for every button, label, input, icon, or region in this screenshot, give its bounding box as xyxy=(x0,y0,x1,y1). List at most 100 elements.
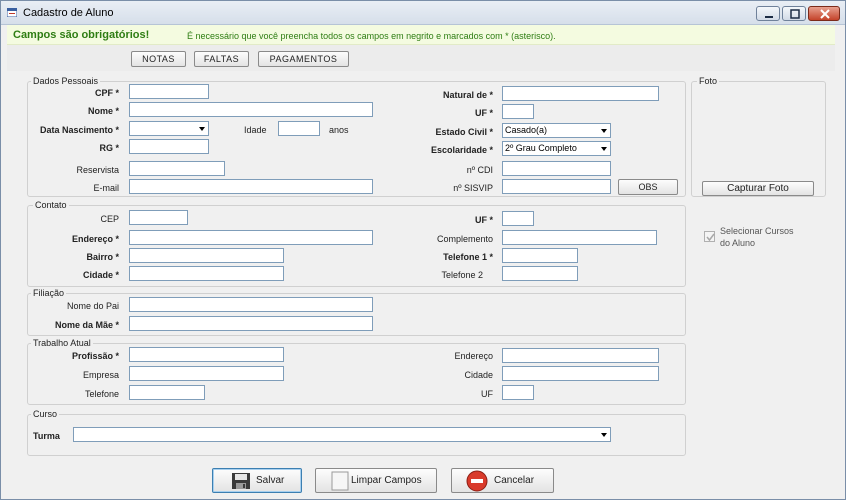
chevron-down-icon xyxy=(601,433,607,437)
close-icon xyxy=(820,9,830,19)
cep-label: CEP xyxy=(100,214,119,224)
clear-icon xyxy=(331,471,349,491)
nome-label: Nome * xyxy=(87,106,119,116)
bairro-input[interactable] xyxy=(129,248,284,263)
natural-label: Natural de * xyxy=(442,90,493,100)
email-input[interactable] xyxy=(129,179,373,194)
salvar-button[interactable]: Salvar xyxy=(212,468,302,493)
chevron-down-icon xyxy=(601,129,607,133)
profissao-label: Profissão * xyxy=(71,351,119,361)
cdi-input[interactable] xyxy=(502,161,611,176)
cadastro-window: Cadastro de Aluno Campos são obrigatório… xyxy=(0,0,846,500)
trabalho-cidade-label: Cidade xyxy=(464,370,493,380)
telefone1-input[interactable] xyxy=(502,248,578,263)
dados-pessoais-legend: Dados Pessoais xyxy=(31,76,101,86)
trabalho-legend: Trabalho Atual xyxy=(31,338,93,348)
turma-select[interactable] xyxy=(73,427,611,442)
rg-label: RG * xyxy=(99,143,119,153)
cancel-icon xyxy=(466,470,488,492)
cidade-input[interactable] xyxy=(129,266,284,281)
limpar-campos-button[interactable]: Limpar Campos xyxy=(315,468,437,493)
contato-uf-input[interactable] xyxy=(502,211,534,226)
endereco-input[interactable] xyxy=(129,230,373,245)
contato-legend: Contato xyxy=(33,200,69,210)
chevron-down-icon xyxy=(601,147,607,151)
complemento-input[interactable] xyxy=(502,230,657,245)
email-label: E-mail xyxy=(93,183,119,193)
pai-label: Nome do Pai xyxy=(66,301,119,311)
natural-input[interactable] xyxy=(502,86,659,101)
selecionar-cursos-label-2: do Aluno xyxy=(720,238,756,248)
check-icon xyxy=(706,233,715,242)
estado-civil-value: Casado(a) xyxy=(505,125,548,135)
endereco-label: Endereço * xyxy=(71,234,119,244)
empresa-input[interactable] xyxy=(129,366,284,381)
mae-label: Nome da Mãe * xyxy=(54,320,119,330)
nome-input[interactable] xyxy=(129,102,373,117)
uf-label: UF * xyxy=(475,108,493,118)
profissao-input[interactable] xyxy=(129,347,284,362)
obs-button[interactable]: OBS xyxy=(618,179,678,195)
capturar-foto-button[interactable]: Capturar Foto xyxy=(702,181,814,196)
cpf-label: CPF * xyxy=(94,88,119,98)
cidade-label: Cidade * xyxy=(82,270,119,280)
trabalho-cidade-input[interactable] xyxy=(502,366,659,381)
sisvip-label: nº SISVIP xyxy=(453,183,493,193)
cancelar-button[interactable]: Cancelar xyxy=(451,468,554,493)
bairro-label: Bairro * xyxy=(86,252,119,262)
idade-input[interactable] xyxy=(278,121,320,136)
escolaridade-label: Escolaridade * xyxy=(430,145,493,155)
maximize-button[interactable] xyxy=(782,6,806,21)
selecionar-cursos-label-1: Selecionar Cursos xyxy=(720,226,794,236)
selecionar-cursos-checkbox[interactable] xyxy=(704,231,715,242)
required-fields-notice: Campos são obrigatórios! É necessário qu… xyxy=(7,25,835,45)
reservista-label: Reservista xyxy=(76,165,119,175)
cep-input[interactable] xyxy=(129,210,188,225)
cpf-input[interactable] xyxy=(129,84,209,99)
pagamentos-button[interactable]: PAGAMENTOS xyxy=(258,51,349,67)
form-icon xyxy=(7,8,17,17)
chevron-down-icon xyxy=(199,127,205,131)
empresa-label: Empresa xyxy=(82,370,119,380)
escolaridade-value: 2º Grau Completo xyxy=(505,143,577,153)
escolaridade-select[interactable]: 2º Grau Completo xyxy=(502,141,611,156)
estado-civil-label: Estado Civil * xyxy=(435,127,493,137)
foto-group xyxy=(691,81,826,197)
trabalho-uf-input[interactable] xyxy=(502,385,534,400)
trabalho-telefone-input[interactable] xyxy=(129,385,205,400)
rg-input[interactable] xyxy=(129,139,209,154)
mae-input[interactable] xyxy=(129,316,373,331)
data-nascimento-label: Data Nascimento * xyxy=(39,125,119,135)
close-button[interactable] xyxy=(808,6,840,21)
telefone1-label: Telefone 1 * xyxy=(443,252,493,262)
save-icon xyxy=(232,473,250,489)
trabalho-uf-label: UF xyxy=(481,389,493,399)
cdi-label: nº CDI xyxy=(466,165,493,175)
cancelar-label: Cancelar xyxy=(494,475,535,486)
uf-input[interactable] xyxy=(502,104,534,119)
estado-civil-select[interactable]: Casado(a) xyxy=(502,123,611,138)
minimize-icon xyxy=(765,16,773,18)
contato-group xyxy=(27,205,686,287)
faltas-button[interactable]: FALTAS xyxy=(194,51,249,67)
telefone2-input[interactable] xyxy=(502,266,578,281)
complemento-label: Complemento xyxy=(436,234,493,244)
reservista-input[interactable] xyxy=(129,161,225,176)
data-nascimento-picker[interactable] xyxy=(129,121,209,136)
contato-uf-label: UF * xyxy=(475,215,493,225)
anos-label: anos xyxy=(329,125,349,135)
curso-legend: Curso xyxy=(31,409,60,419)
turma-label: Turma xyxy=(33,431,60,441)
notas-button[interactable]: NOTAS xyxy=(131,51,186,67)
limpar-campos-label: Limpar Campos xyxy=(351,475,422,486)
trabalho-endereco-input[interactable] xyxy=(502,348,659,363)
idade-label: Idade xyxy=(244,125,267,135)
filiacao-legend: Filiação xyxy=(31,288,67,298)
trabalho-endereco-label: Endereço xyxy=(454,351,493,361)
notice-text: É necessário que você preencha todos os … xyxy=(187,31,556,41)
minimize-button[interactable] xyxy=(756,6,780,21)
pai-input[interactable] xyxy=(129,297,373,312)
sisvip-input[interactable] xyxy=(502,179,611,194)
maximize-icon xyxy=(790,9,800,19)
notice-title: Campos são obrigatórios! xyxy=(13,29,150,41)
